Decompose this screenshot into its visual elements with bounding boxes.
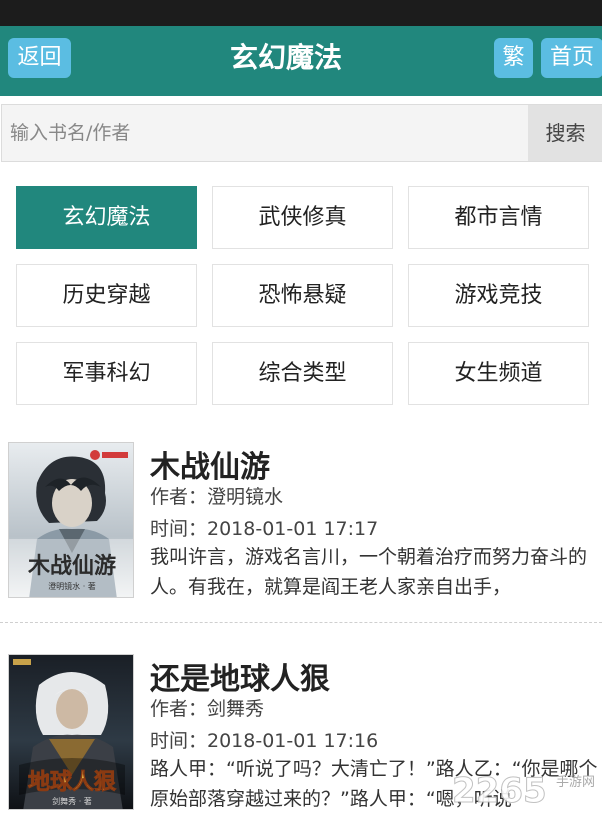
book-cover[interactable]: 木战仙游 澄明镜水 · 著 bbox=[8, 442, 134, 598]
book-title[interactable]: 还是地球人狠 bbox=[150, 654, 330, 698]
category-dushi[interactable]: 都市言情 bbox=[408, 186, 589, 249]
category-xuanhuan[interactable]: 玄幻魔法 bbox=[16, 186, 197, 249]
search-button[interactable]: 搜索 bbox=[528, 105, 602, 161]
book-cover[interactable]: 地球人狠 剑舞秀 · 著 bbox=[8, 654, 134, 810]
cover-author-text: 剑舞秀 · 著 bbox=[52, 796, 92, 806]
search-input[interactable] bbox=[2, 105, 528, 161]
book-cover-image: 木战仙游 澄明镜水 · 著 bbox=[9, 443, 133, 597]
watermark-logo: 2265 手游网 bbox=[452, 768, 602, 818]
category-nvsheng[interactable]: 女生频道 bbox=[408, 342, 589, 405]
header-bar: 返回 玄幻魔法 繁 首页 bbox=[0, 26, 602, 96]
book-update-time: 时间：2018-01-01 17:17 bbox=[150, 518, 379, 540]
cover-title-text: 木战仙游 bbox=[27, 553, 116, 579]
traditional-chinese-button[interactable]: 繁 bbox=[494, 38, 533, 78]
book-title[interactable]: 木战仙游 bbox=[150, 442, 270, 486]
watermark-label: 手游网 bbox=[556, 775, 595, 790]
search-bar: 搜索 bbox=[1, 104, 602, 162]
category-kongbu[interactable]: 恐怖悬疑 bbox=[212, 264, 393, 327]
status-bar bbox=[0, 0, 602, 26]
category-lishi[interactable]: 历史穿越 bbox=[16, 264, 197, 327]
book-update-time: 时间：2018-01-01 17:16 bbox=[150, 730, 379, 752]
category-junshi[interactable]: 军事科幻 bbox=[16, 342, 197, 405]
watermark-number: 2265 bbox=[452, 771, 547, 811]
cover-author-text: 澄明镜水 · 著 bbox=[48, 581, 96, 591]
home-button[interactable]: 首页 bbox=[541, 38, 602, 78]
category-youxi[interactable]: 游戏竞技 bbox=[408, 264, 589, 327]
book-author: 作者：剑舞秀 bbox=[150, 698, 265, 720]
list-divider bbox=[0, 622, 602, 623]
book-cover-image: 地球人狠 剑舞秀 · 著 bbox=[9, 655, 133, 809]
category-wuxia[interactable]: 武侠修真 bbox=[212, 186, 393, 249]
page-title: 玄幻魔法 bbox=[229, 41, 342, 74]
cover-title-text: 地球人狠 bbox=[28, 769, 117, 795]
back-button[interactable]: 返回 bbox=[8, 38, 71, 78]
book-description: 我叫许言，游戏名言川，一个朝着治疗而努力奋斗的人。有我在，就算是阎王老人家亲自出… bbox=[150, 546, 588, 598]
book-item[interactable]: 木战仙游 澄明镜水 · 著 木战仙游 作者：澄明镜水 时间：2018-01-01… bbox=[8, 442, 602, 602]
category-zonghe[interactable]: 综合类型 bbox=[212, 342, 393, 405]
book-author: 作者：澄明镜水 bbox=[150, 486, 284, 508]
